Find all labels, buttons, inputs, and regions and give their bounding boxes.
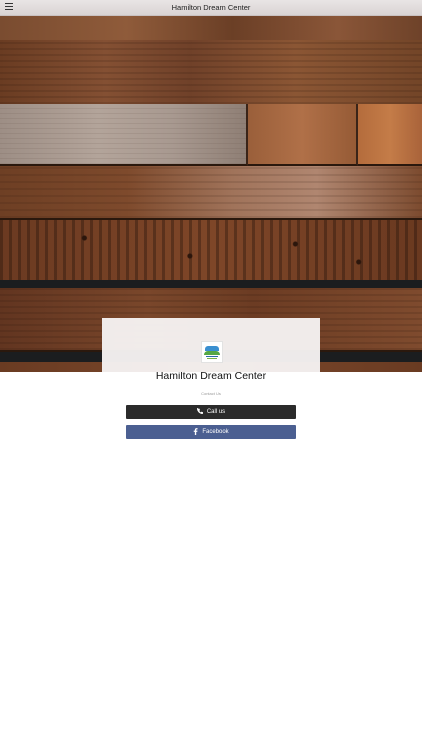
top-navigation-bar: Hamilton Dream Center: [0, 0, 422, 16]
page-title: Hamilton Dream Center: [171, 3, 251, 12]
plank-gap: [0, 280, 422, 288]
organization-logo: [201, 341, 223, 363]
wood-plank: [248, 104, 358, 166]
wood-plank: [0, 40, 422, 106]
facebook-label: Facebook: [202, 429, 229, 435]
wood-plank: [0, 220, 422, 282]
wood-plank: [0, 104, 248, 166]
app-screen: Hamilton Dream Center Hamilton Dream Cen…: [0, 0, 422, 750]
call-us-button[interactable]: Call us: [126, 405, 296, 419]
facebook-icon: [193, 427, 198, 437]
facebook-button[interactable]: Facebook: [126, 425, 296, 439]
wood-plank: [0, 166, 422, 220]
call-us-label: Call us: [206, 409, 226, 415]
wood-plank: [0, 16, 422, 42]
wood-plank: [358, 104, 422, 166]
phone-icon: [196, 408, 203, 416]
contact-us-label: Contact Us: [201, 391, 221, 396]
